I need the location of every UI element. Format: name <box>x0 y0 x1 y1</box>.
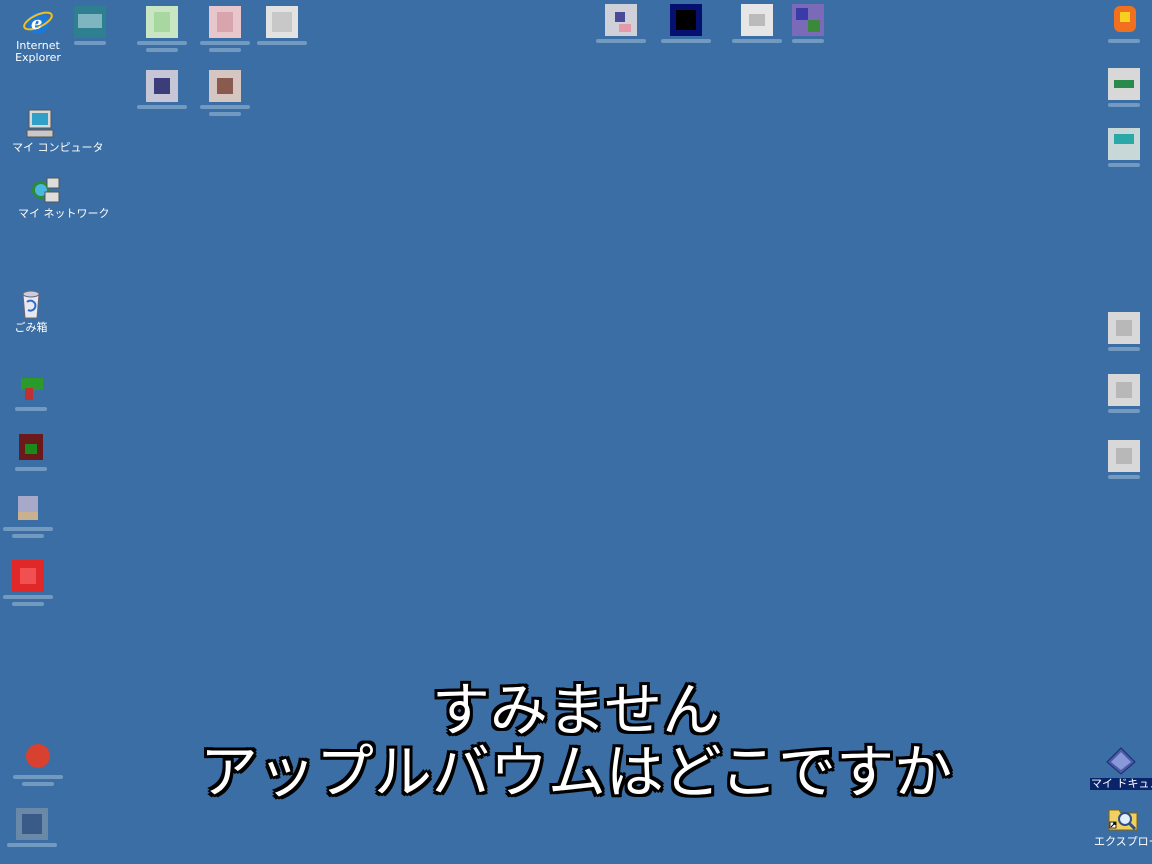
blurred-app-icon <box>146 70 178 102</box>
subtitle-line-1: すみません <box>431 676 721 744</box>
blurred-label <box>12 602 44 606</box>
blurred-label <box>15 467 47 471</box>
my-network-icon <box>30 174 62 206</box>
blurred-app-icon <box>741 4 773 36</box>
blurred-label <box>12 534 44 538</box>
blurred-label <box>7 843 57 847</box>
blurred-app-icon <box>1108 68 1140 100</box>
blurred-label <box>1108 475 1140 479</box>
desktop-icon-blurred[interactable] <box>134 6 190 52</box>
blurred-label <box>661 39 711 43</box>
blurred-label <box>137 105 187 109</box>
blurred-label <box>146 48 178 52</box>
desktop-icon-blurred[interactable] <box>593 4 649 43</box>
desktop-icon-blurred[interactable] <box>1096 4 1152 43</box>
blurred-label <box>3 595 53 599</box>
my-computer-label: マイ コンピュータ <box>12 141 104 154</box>
blurred-label <box>137 41 187 45</box>
blurred-label <box>15 407 47 411</box>
blurred-app-icon <box>74 6 106 38</box>
desktop-icon-blurred[interactable] <box>0 492 56 538</box>
subtitle-line-2: アップルバウムはどこですか <box>199 738 953 806</box>
blurred-label <box>257 41 307 45</box>
blurred-app-icon <box>16 808 48 840</box>
blurred-app-icon <box>15 372 47 404</box>
blurred-app-icon <box>605 4 637 36</box>
blurred-app-icon <box>792 4 824 36</box>
desktop-icon-blurred[interactable] <box>780 4 836 43</box>
blurred-label <box>1108 39 1140 43</box>
desktop-icon-my-computer[interactable]: マイ コンピュータ <box>12 108 104 154</box>
desktop-icon-blurred[interactable] <box>254 6 310 45</box>
desktop-icon-blurred[interactable] <box>4 808 60 847</box>
blurred-app-icon <box>1108 4 1140 36</box>
blurred-label <box>1108 347 1140 351</box>
recycle-bin-icon <box>15 288 47 320</box>
blurred-label <box>792 39 824 43</box>
desktop-icon-blurred[interactable] <box>1096 374 1152 413</box>
blurred-label <box>200 41 250 45</box>
svg-text:e: e <box>31 13 42 34</box>
internet-explorer-icon: e <box>22 6 54 38</box>
blurred-app-icon <box>1108 128 1140 160</box>
blurred-label <box>74 41 106 45</box>
blurred-app-icon <box>12 560 44 592</box>
blurred-app-icon <box>1108 374 1140 406</box>
blurred-app-icon <box>1108 312 1140 344</box>
blurred-app-icon <box>15 432 47 464</box>
blurred-app-icon <box>12 492 44 524</box>
desktop-icon-explorer[interactable]: エクスプローラ <box>1094 802 1152 848</box>
blurred-label <box>3 527 53 531</box>
desktop-icon-blurred[interactable] <box>1096 68 1152 107</box>
explorer-icon <box>1107 802 1139 834</box>
my-computer-icon <box>24 108 56 140</box>
blurred-label <box>1108 103 1140 107</box>
desktop-icon-recycle-bin[interactable]: ごみ箱 <box>3 288 59 334</box>
blurred-label <box>732 39 782 43</box>
desktop-icon-blurred[interactable] <box>197 70 253 116</box>
blurred-app-icon <box>1108 440 1140 472</box>
blurred-label <box>1108 163 1140 167</box>
desktop-icon-blurred[interactable] <box>1096 312 1152 351</box>
desktop-icon-blurred[interactable] <box>1096 440 1152 479</box>
desktop-icon-blurred[interactable] <box>3 372 59 411</box>
desktop-icon-blurred[interactable] <box>3 432 59 471</box>
blurred-app-icon <box>146 6 178 38</box>
blurred-app-icon <box>209 6 241 38</box>
desktop-icon-internet-explorer[interactable]: e Internet Explorer <box>10 6 66 64</box>
my-network-label: マイ ネットワーク <box>18 207 110 220</box>
desktop-icon-blurred[interactable] <box>197 6 253 52</box>
internet-explorer-label: Internet Explorer <box>15 39 61 64</box>
blurred-label <box>209 48 241 52</box>
recycle-bin-label: ごみ箱 <box>14 321 48 334</box>
desktop-icon-my-network[interactable]: マイ ネットワーク <box>18 174 110 220</box>
desktop-icon-blurred[interactable] <box>658 4 714 43</box>
explorer-label: エクスプローラ <box>1094 836 1152 848</box>
blurred-label <box>1108 409 1140 413</box>
blurred-label <box>596 39 646 43</box>
blurred-app-icon <box>209 70 241 102</box>
desktop-icon-blurred[interactable] <box>134 70 190 109</box>
desktop-icon-blurred[interactable] <box>1096 128 1152 167</box>
blurred-app-icon <box>266 6 298 38</box>
blurred-label <box>209 112 241 116</box>
desktop-icon-blurred[interactable] <box>0 560 56 606</box>
blurred-app-icon <box>670 4 702 36</box>
desktop-icon-blurred[interactable] <box>62 6 118 45</box>
blurred-label <box>200 105 250 109</box>
desktop-icon-blurred[interactable] <box>729 4 785 43</box>
